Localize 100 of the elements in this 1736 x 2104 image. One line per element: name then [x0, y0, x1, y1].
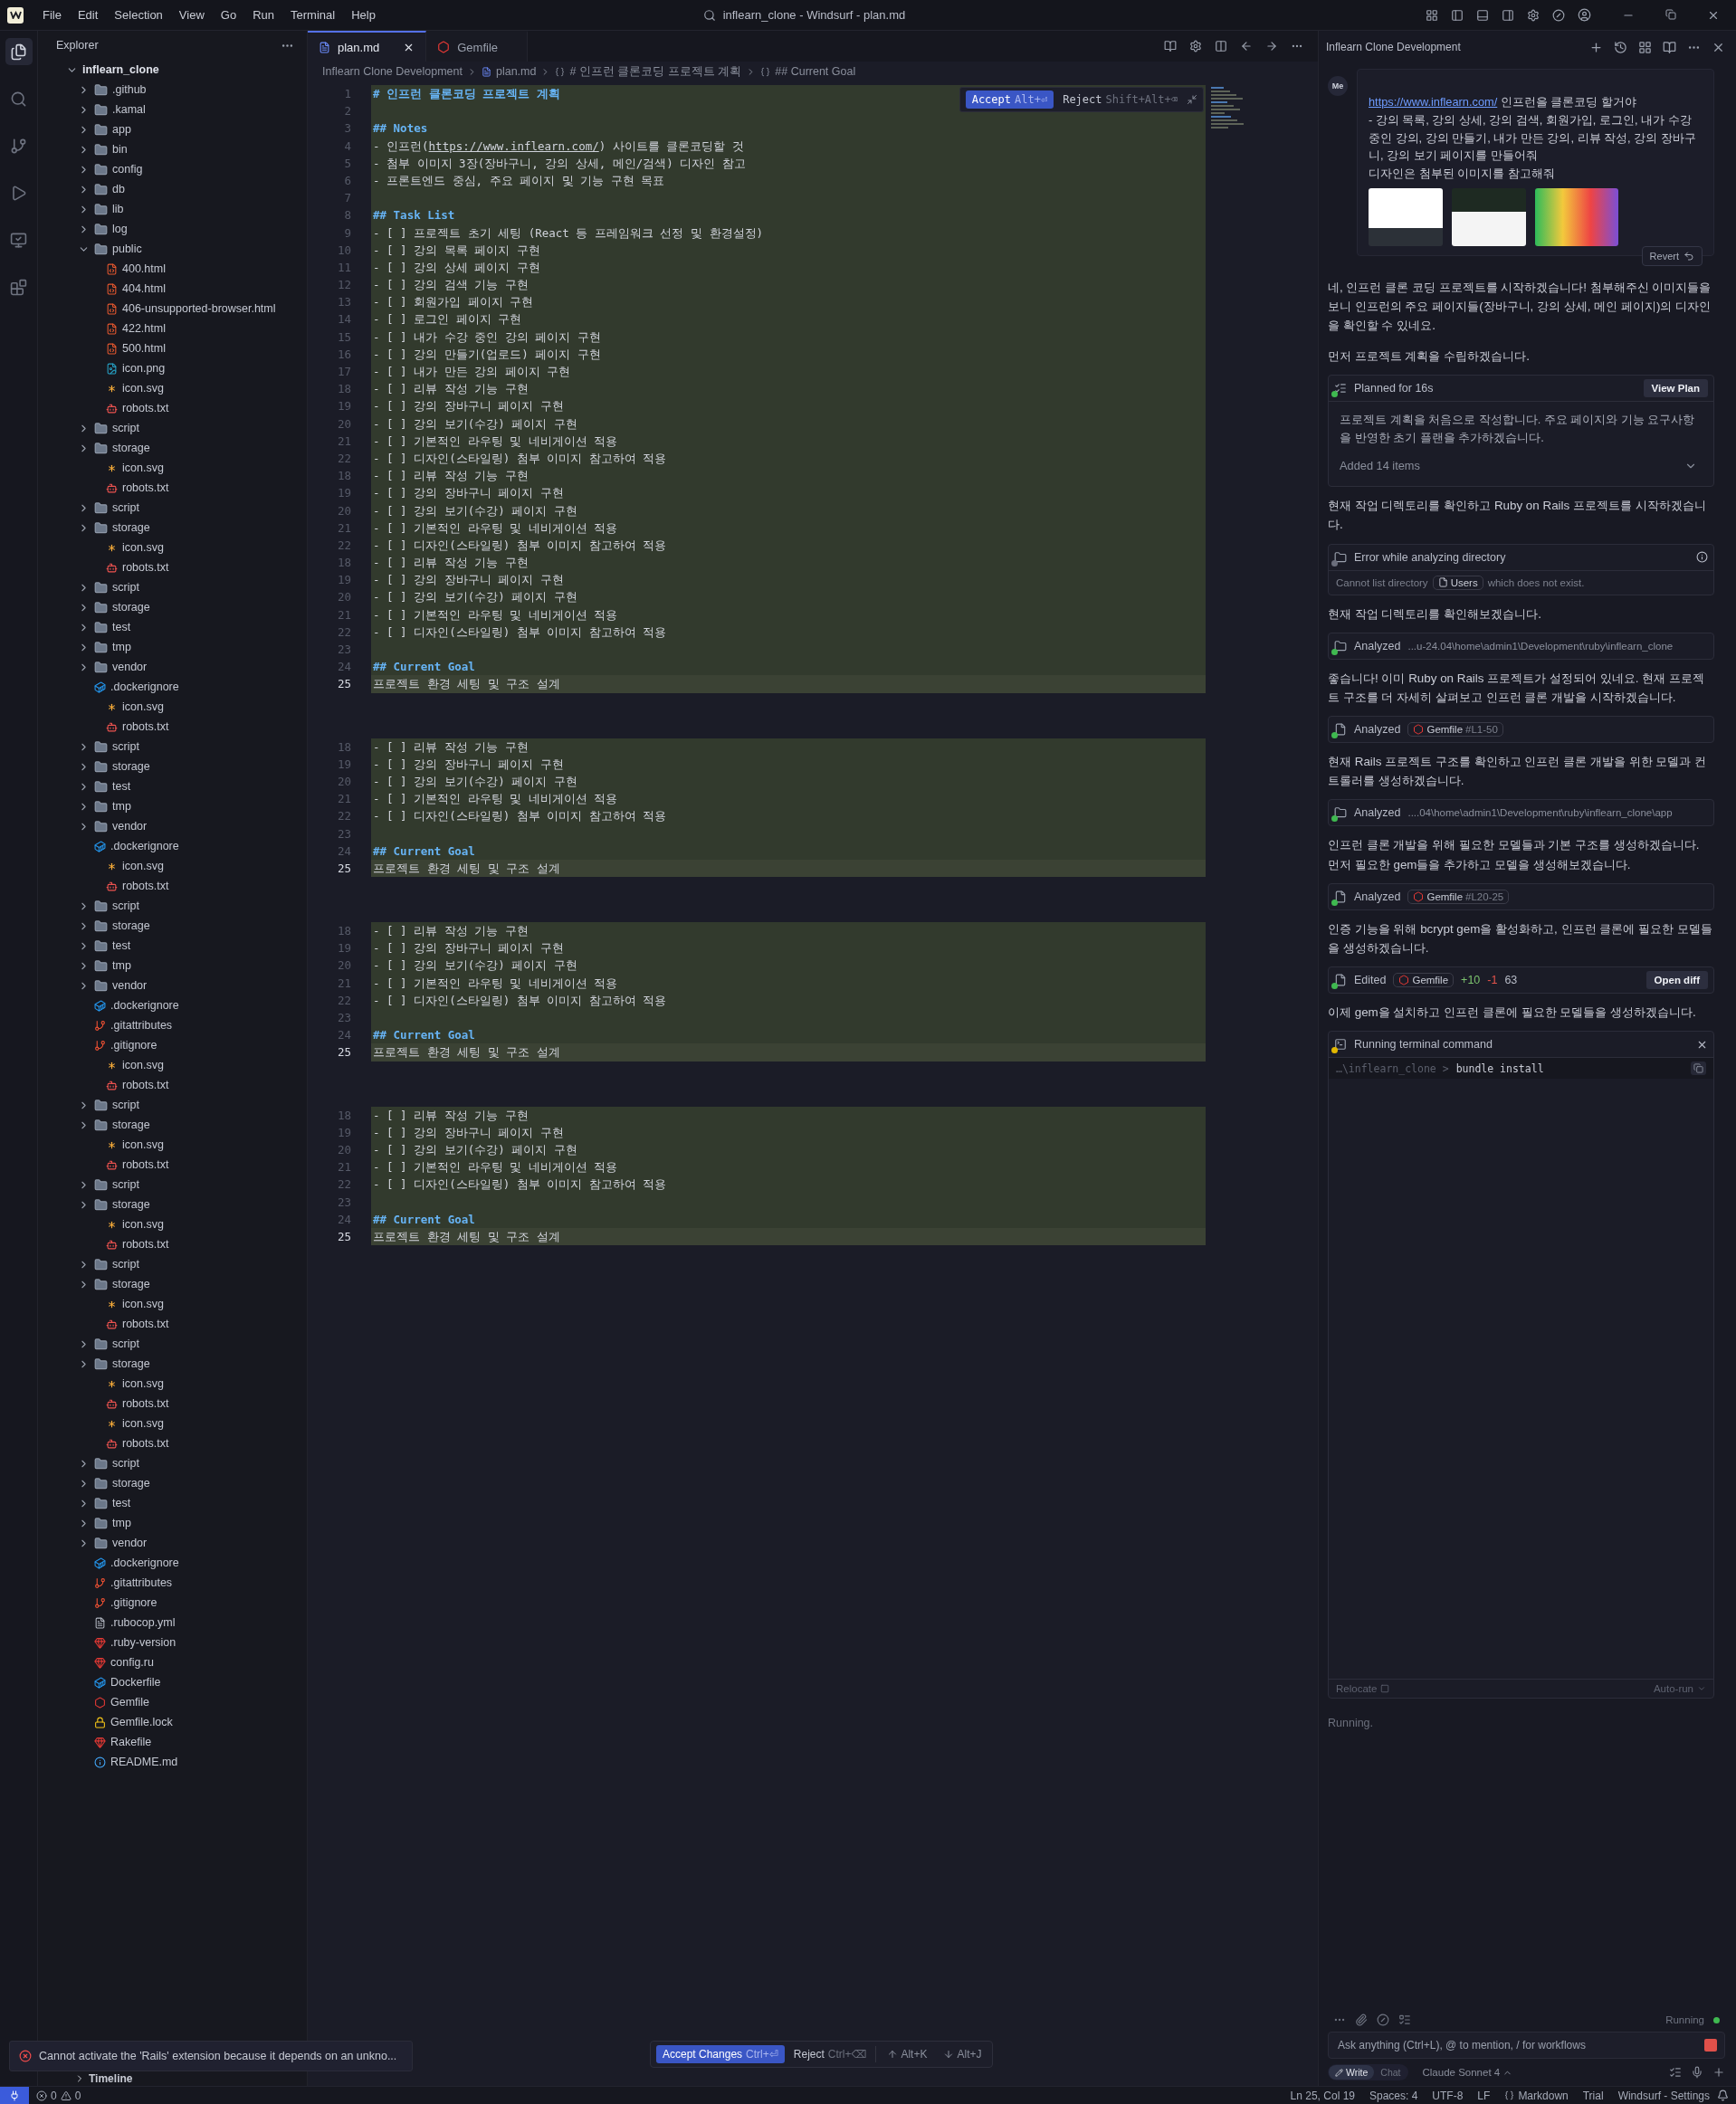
- tree-item[interactable]: Gemfile.lock: [38, 1712, 307, 1732]
- tree-item[interactable]: .dockerignore: [38, 836, 307, 856]
- menu-item[interactable]: File: [36, 6, 68, 24]
- tree-item[interactable]: robots.txt: [38, 1234, 307, 1254]
- tree-item[interactable]: vendor: [38, 816, 307, 836]
- tree-item[interactable]: test: [38, 617, 307, 637]
- breadcrumb-item[interactable]: Inflearn Clone Development: [322, 65, 463, 78]
- editor-tab[interactable]: Gemfile: [426, 31, 529, 62]
- tree-item[interactable]: tmp: [38, 796, 307, 816]
- circle-slash-icon[interactable]: [1552, 8, 1565, 22]
- path-chip[interactable]: Users: [1432, 575, 1483, 590]
- image-thumbnail[interactable]: [1369, 188, 1443, 247]
- settings-icon[interactable]: [1527, 8, 1540, 22]
- tree-item[interactable]: Rakefile: [38, 1732, 307, 1752]
- tree-item[interactable]: icon.svg: [38, 538, 307, 557]
- tree-item[interactable]: README.md: [38, 1752, 307, 1772]
- status-item[interactable]: LF: [1470, 2089, 1498, 2102]
- tree-item[interactable]: 404.html: [38, 279, 307, 299]
- tree-item[interactable]: tmp: [38, 956, 307, 976]
- file-chip[interactable]: Gemfile #L1-50: [1407, 722, 1503, 738]
- tree-item[interactable]: .dockerignore: [38, 1553, 307, 1573]
- panel-bottom-icon[interactable]: [1476, 8, 1489, 22]
- tree-item[interactable]: vendor: [38, 976, 307, 995]
- tree-item[interactable]: .ruby-version: [38, 1633, 307, 1652]
- status-item[interactable]: Trial: [1575, 2089, 1611, 2102]
- breadcrumb-item[interactable]: # 인프런 클론코딩 프로젝트 계획: [569, 63, 742, 80]
- tree-item[interactable]: .github: [38, 80, 307, 100]
- tree-item[interactable]: storage: [38, 1195, 307, 1214]
- panel-left-icon[interactable]: [1451, 8, 1464, 22]
- tree-item[interactable]: app: [38, 119, 307, 139]
- menu-item[interactable]: Selection: [108, 6, 169, 24]
- tree-item[interactable]: script: [38, 1453, 307, 1473]
- tree-item[interactable]: icon.svg: [38, 458, 307, 478]
- tree-item[interactable]: config.ru: [38, 1652, 307, 1672]
- plus-icon[interactable]: [1589, 40, 1603, 54]
- tree-item[interactable]: 422.html: [38, 319, 307, 338]
- tree-item[interactable]: icon.svg: [38, 1135, 307, 1155]
- book-icon[interactable]: [1164, 40, 1177, 52]
- link[interactable]: https://www.inflearn.com/: [1369, 95, 1498, 109]
- tree-item[interactable]: robots.txt: [38, 1433, 307, 1453]
- settings-icon[interactable]: [1189, 40, 1202, 52]
- menu-item[interactable]: Go: [214, 6, 243, 24]
- tree-item[interactable]: storage: [38, 518, 307, 538]
- mode-toggle[interactable]: Write: [1329, 2065, 1375, 2080]
- tree-item[interactable]: config: [38, 159, 307, 179]
- tree-item[interactable]: icon.svg: [38, 1294, 307, 1314]
- tree-item[interactable]: public: [38, 239, 307, 259]
- tree-item[interactable]: Gemfile: [38, 1692, 307, 1712]
- tree-item[interactable]: storage: [38, 1274, 307, 1294]
- next-change-button[interactable]: Alt+J: [938, 2047, 987, 2061]
- tree-item[interactable]: storage: [38, 916, 307, 936]
- tree-item[interactable]: bin: [38, 139, 307, 159]
- account-icon[interactable]: [1578, 8, 1591, 22]
- tree-item[interactable]: .gitattributes: [38, 1015, 307, 1035]
- tree-item[interactable]: .rubocop.yml: [38, 1613, 307, 1633]
- tree-item[interactable]: robots.txt: [38, 717, 307, 737]
- tree-item[interactable]: storage: [38, 1115, 307, 1135]
- tree-item[interactable]: script: [38, 1095, 307, 1115]
- copy-button[interactable]: [1691, 1062, 1706, 1076]
- tree-item[interactable]: icon.svg: [38, 856, 307, 876]
- restore-icon[interactable]: [1665, 8, 1676, 20]
- chat-input-box[interactable]: Ask anything (Ctrl+L), @ to mention, / for workflows: [1328, 2032, 1725, 2059]
- tree-item[interactable]: robots.txt: [38, 1075, 307, 1095]
- tree-item[interactable]: storage: [38, 1473, 307, 1493]
- image-thumbnail[interactable]: [1535, 188, 1618, 247]
- attach-icon[interactable]: [1355, 2014, 1368, 2026]
- tree-item[interactable]: 500.html: [38, 338, 307, 358]
- open-diff-button[interactable]: Open diff: [1645, 971, 1708, 990]
- tree-item[interactable]: vendor: [38, 657, 307, 677]
- tree-item[interactable]: icon.svg: [38, 1055, 307, 1075]
- tree-item[interactable]: robots.txt: [38, 1394, 307, 1414]
- breadcrumb-item[interactable]: plan.md: [495, 65, 537, 78]
- tree-item[interactable]: robots.txt: [38, 478, 307, 498]
- tree-item[interactable]: script: [38, 498, 307, 518]
- tree-item[interactable]: script: [38, 1175, 307, 1195]
- tree-item[interactable]: test: [38, 776, 307, 796]
- collapse-icon[interactable]: [1187, 94, 1197, 105]
- view-plan-button[interactable]: View Plan: [1643, 378, 1708, 397]
- menu-item[interactable]: View: [172, 6, 211, 24]
- tree-item[interactable]: test: [38, 936, 307, 956]
- status-item[interactable]: Spaces: 4: [1362, 2089, 1426, 2102]
- layout-icon[interactable]: [1426, 8, 1438, 22]
- status-item[interactable]: Markdown: [1497, 2089, 1576, 2102]
- checklist-icon[interactable]: [1398, 2014, 1411, 2026]
- model-selector[interactable]: Claude Sonnet 4: [1416, 2066, 1519, 2079]
- tree-item[interactable]: inflearn_clone: [38, 60, 307, 80]
- editor-tab[interactable]: plan.md: [308, 31, 427, 62]
- tree-item[interactable]: .kamal: [38, 100, 307, 119]
- circle-slash-icon[interactable]: [1377, 2014, 1389, 2026]
- remote-button[interactable]: [0, 2086, 29, 2104]
- problems-indicator[interactable]: 0 0: [29, 2089, 89, 2102]
- tree-item[interactable]: icon.svg: [38, 378, 307, 398]
- tree-item[interactable]: .gitattributes: [38, 1573, 307, 1593]
- tree-item[interactable]: 406-unsupported-browser.html: [38, 299, 307, 319]
- tree-item[interactable]: 400.html: [38, 259, 307, 279]
- reject-button[interactable]: Reject Ctrl+⌫: [789, 2045, 871, 2063]
- tree-item[interactable]: script: [38, 1334, 307, 1354]
- plus-icon[interactable]: [1712, 2066, 1725, 2079]
- tree-item[interactable]: Dockerfile: [38, 1672, 307, 1692]
- tree-item[interactable]: icon.svg: [38, 697, 307, 717]
